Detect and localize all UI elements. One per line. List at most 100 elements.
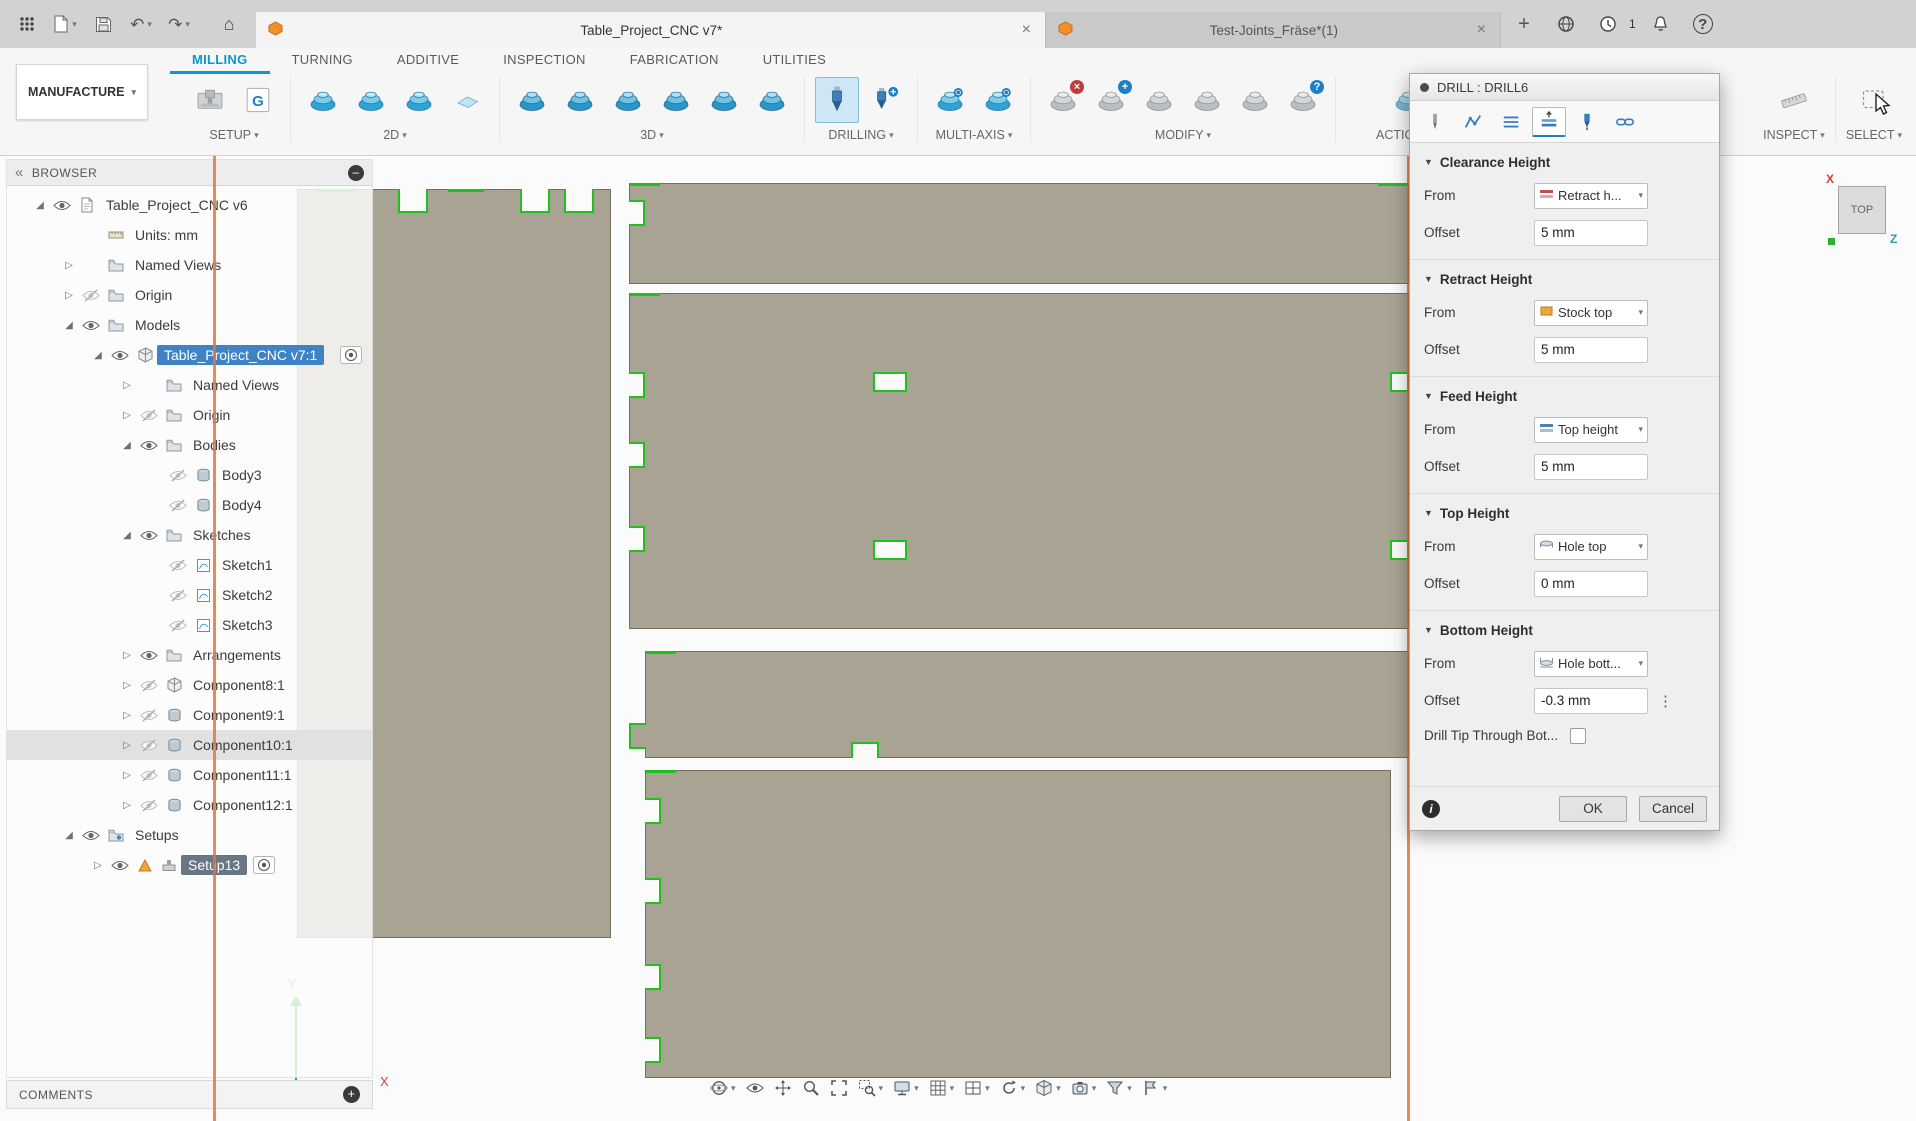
ribbon-tab-additive[interactable]: ADDITIVE [375,48,481,74]
notifications-icon[interactable] [1644,7,1678,41]
from-dropdown[interactable]: Stock top ▾ [1534,299,1648,326]
expand-arrow-icon[interactable]: ◢ [31,200,49,211]
undo-icon[interactable]: ↶ ▾ [124,7,158,41]
modify-icon[interactable]: ? [1281,77,1325,123]
section-header[interactable]: ▼ Feed Height [1424,381,1705,411]
tree-row[interactable]: ▷Setup13 [7,850,372,880]
modify-icon[interactable] [1185,77,1229,123]
drill-hole[interactable] [873,540,907,560]
visibility-eye-icon[interactable] [136,678,162,692]
activate-radio[interactable] [253,856,276,874]
add-comment-icon[interactable]: + [343,1086,360,1103]
tree-row[interactable]: ◢ Table_Project_CNC v7:1 [7,340,372,370]
modify-icon[interactable] [1233,77,1277,123]
toolpath-3d-icon[interactable] [702,77,746,123]
visibility-eye-icon[interactable] [49,199,75,212]
ok-button[interactable]: OK [1559,795,1627,822]
toolpath-3d-icon[interactable] [606,77,650,123]
toolpath-2d-icon[interactable] [349,77,393,123]
tree-row[interactable]: ▷ Component11:1 [7,760,372,790]
tree-row[interactable]: ▷ Origin [7,400,372,430]
expand-arrow-icon[interactable]: ▷ [118,410,136,421]
expand-arrow-icon[interactable]: ▷ [118,380,136,391]
section-header[interactable]: ▼ Bottom Height [1424,615,1705,645]
expand-arrow-icon[interactable]: ▷ [60,260,78,271]
offset-input[interactable] [1534,687,1648,714]
tree-row[interactable]: Sketch3 [7,610,372,640]
geometry-tab-icon[interactable] [1456,107,1490,137]
visibility-eye-icon[interactable] [136,738,162,752]
capture-icon[interactable]: ▾ [1067,1076,1101,1100]
expand-arrow-icon[interactable]: ◢ [118,530,136,541]
visibility-eye-icon[interactable] [136,708,162,722]
multiaxis-icon[interactable] [976,77,1020,123]
measure-icon[interactable] [1772,77,1816,123]
tree-row[interactable]: Units: mm [7,220,372,250]
machine-icon[interactable] [188,77,232,123]
tool-tab-icon[interactable] [1418,107,1452,137]
info-icon[interactable]: i [1422,799,1440,818]
tree-row[interactable]: Sketch1 [7,550,372,580]
from-dropdown[interactable]: Hole top ▾ [1534,533,1648,560]
expand-arrow-icon[interactable]: ◢ [89,350,107,361]
zoom-window-icon[interactable]: ▾ [854,1076,888,1100]
tree-row[interactable]: Body4 [7,490,372,520]
offset-input[interactable] [1534,336,1648,363]
extensions-icon[interactable] [1549,7,1583,41]
modify-icon[interactable]: × [1041,77,1085,123]
new-tab-icon[interactable]: + [1507,7,1541,41]
collapse-panel-icon[interactable]: « [15,164,24,181]
tree-row[interactable]: Sketch2 [7,580,372,610]
expand-arrow-icon[interactable]: ▷ [118,770,136,781]
passes-tab-icon[interactable] [1494,107,1528,137]
cnc-panel[interactable] [629,183,1409,284]
offset-input[interactable] [1534,219,1648,246]
app-grid-icon[interactable] [10,7,44,41]
from-dropdown[interactable]: Retract h... ▾ [1534,182,1648,209]
modify-icon[interactable]: + [1089,77,1133,123]
close-tab-icon[interactable]: × [1020,21,1033,39]
select-icon[interactable] [1852,77,1896,123]
ribbon-group-label[interactable]: MULTI-AXIS ▾ [936,128,1013,142]
ribbon-tab-turning[interactable]: TURNING [270,48,375,74]
tree-row[interactable]: ▷ Origin [7,280,372,310]
tree-row[interactable]: Body3 [7,460,372,490]
expand-arrow-icon[interactable]: ▷ [118,800,136,811]
ribbon-group-label[interactable]: DRILLING ▾ [828,128,893,142]
save-icon[interactable] [86,7,120,41]
tree-row[interactable]: ◢ Table_Project_CNC v6 [7,190,372,220]
ribbon-group-label[interactable]: 2D ▾ [383,128,407,142]
multiaxis-icon[interactable] [928,77,972,123]
pan-icon[interactable] [770,1076,796,1100]
visibility-eye-icon[interactable] [165,588,191,602]
cnc-panel[interactable] [645,770,1391,1078]
visibility-eye-icon[interactable] [165,468,191,482]
heights-tab-icon[interactable] [1532,106,1566,137]
collapse-all-icon[interactable]: – [348,164,364,181]
grid-settings-icon[interactable]: ▾ [925,1076,959,1100]
look-at-icon[interactable] [742,1078,768,1098]
drill-tip-checkbox[interactable] [1570,727,1586,744]
expand-arrow-icon[interactable]: ◢ [60,320,78,331]
visibility-eye-icon[interactable] [78,829,104,842]
ribbon-group-label[interactable]: SELECT ▾ [1846,128,1902,142]
expand-arrow-icon[interactable]: ◢ [118,440,136,451]
viewports-icon[interactable]: ▾ [960,1076,994,1100]
from-dropdown[interactable]: Hole bott... ▾ [1534,650,1648,677]
ribbon-tab-milling[interactable]: MILLING [170,48,270,74]
activate-radio[interactable] [340,346,362,364]
tree-row[interactable]: ▷ Component9:1 [7,700,372,730]
tree-row[interactable]: ▷ Named Views [7,370,372,400]
visibility-eye-icon[interactable] [78,288,104,302]
expand-arrow-icon[interactable]: ▷ [89,860,107,871]
expand-arrow-icon[interactable]: ▷ [118,650,136,661]
section-header[interactable]: ▼ Retract Height [1424,264,1705,294]
toolpath-3d-icon[interactable] [750,77,794,123]
visibility-eye-icon[interactable] [78,319,104,332]
tree-row[interactable]: ◢Bodies [7,430,372,460]
ribbon-group-label[interactable]: SETUP ▾ [209,128,258,142]
drill-hole[interactable] [873,372,907,392]
tree-row[interactable]: ▷ Named Views [7,250,372,280]
redo-icon[interactable]: ↷ ▾ [162,7,196,41]
visibility-eye-icon[interactable] [136,649,162,662]
